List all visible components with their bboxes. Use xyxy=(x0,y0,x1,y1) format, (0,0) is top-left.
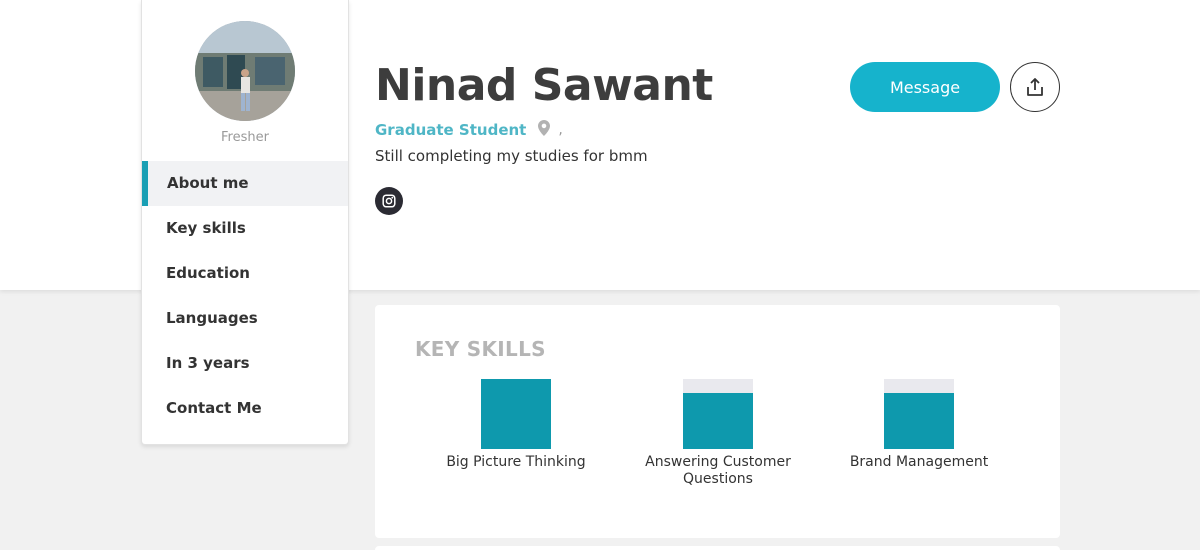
share-button[interactable] xyxy=(1010,62,1060,112)
location-pin-icon xyxy=(538,120,551,140)
share-icon xyxy=(1027,78,1043,96)
profile-bio: Still completing my studies for bmm xyxy=(375,147,648,165)
profile-subtitle: Graduate Student , xyxy=(375,120,563,140)
skill-level-bar xyxy=(884,379,954,449)
message-button[interactable]: Message xyxy=(850,62,1000,112)
key-skills-card: KEY SKILLS Big Picture Thinking Answerin… xyxy=(375,305,1060,538)
sidebar-item-key-skills[interactable]: Key skills xyxy=(142,206,348,251)
profile-role-tag: Fresher xyxy=(221,130,269,145)
skill-level-fill xyxy=(683,393,753,449)
skill-level-bar xyxy=(683,379,753,449)
sidebar-nav: About me Key skills Education Languages … xyxy=(142,161,348,431)
skill-level-fill xyxy=(481,379,551,449)
location-text: , xyxy=(558,122,563,138)
next-card-edge xyxy=(375,546,1060,550)
skill-label: Answering Customer Questions xyxy=(645,454,791,487)
sidebar-item-in-3-years[interactable]: In 3 years xyxy=(142,341,348,386)
skill-level-bar xyxy=(481,379,551,449)
job-title: Graduate Student xyxy=(375,121,527,139)
skill-item: Big Picture Thinking xyxy=(431,379,601,471)
sidebar-item-about-me[interactable]: About me xyxy=(142,161,348,206)
instagram-icon[interactable] xyxy=(375,187,403,215)
avatar[interactable] xyxy=(195,21,295,121)
skill-label: Brand Management xyxy=(849,454,989,470)
skill-item: Brand Management xyxy=(834,379,1004,471)
sidebar-item-education[interactable]: Education xyxy=(142,251,348,296)
profile-name: Ninad Sawant xyxy=(375,60,713,111)
sidebar-item-contact-me[interactable]: Contact Me xyxy=(142,386,348,431)
skill-level-fill xyxy=(884,393,954,449)
skill-label: Big Picture Thinking xyxy=(446,454,586,470)
sidebar-item-languages[interactable]: Languages xyxy=(142,296,348,341)
key-skills-title: KEY SKILLS xyxy=(415,337,546,361)
skill-item: Answering Customer Questions xyxy=(633,379,803,488)
profile-sidebar: Fresher About me Key skills Education La… xyxy=(141,0,349,445)
